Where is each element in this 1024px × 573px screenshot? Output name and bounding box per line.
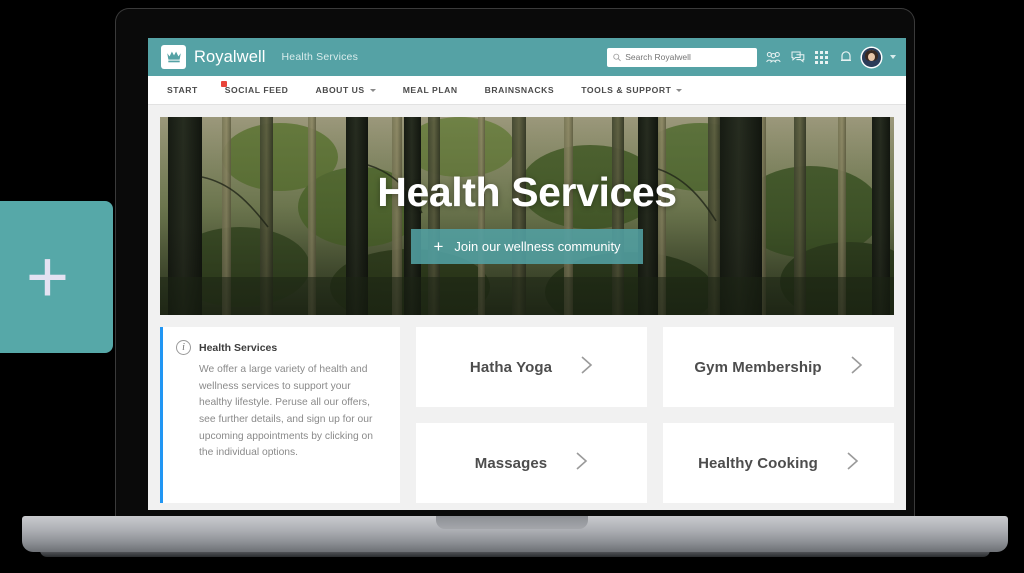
chevron-right-icon [575,451,588,476]
chevron-right-icon [580,355,593,380]
services-section: i Health Services We offer a large varie… [160,327,894,503]
nav-label: START [167,85,198,95]
info-card-body: We offer a large variety of health and w… [199,364,374,459]
plus-badge[interactable]: + [0,201,113,353]
laptop-notch [436,516,588,529]
service-card-hatha-yoga[interactable]: Hatha Yoga [416,327,647,407]
service-card-massages[interactable]: Massages [416,423,647,503]
nav-item-about-us[interactable]: ABOUT US [315,85,376,95]
plus-icon: + [25,235,70,319]
chevron-down-icon[interactable] [890,55,896,59]
search-icon [613,53,621,61]
brand-block[interactable]: Royalwell Health Services [161,45,358,69]
info-card-header: i Health Services [176,340,386,355]
bell-notification-icon[interactable] [838,50,853,65]
service-label: Hatha Yoga [469,358,553,376]
laptop-screen: Royalwell Health Services Search Royalwe… [148,38,906,510]
header-section-label: Health Services [281,51,359,63]
header-actions [607,47,896,67]
chevron-right-icon [846,451,859,476]
join-community-label: Join our wellness community [454,238,621,254]
crown-icon [161,45,186,69]
apps-grid-icon[interactable] [814,50,829,65]
info-card: i Health Services We offer a large varie… [160,327,400,503]
join-community-button[interactable]: + Join our wellness community [411,228,643,264]
chevron-right-icon [850,355,863,380]
service-card-gym-membership[interactable]: Gym Membership [663,327,894,407]
chevron-down-icon [676,88,683,92]
nav-item-social-feed[interactable]: SOCIAL FEED [220,81,289,95]
nav-item-brainsnacks[interactable]: BRAINSNACKS [485,85,555,95]
notification-dot-icon [220,81,227,87]
page-content: Health Services + Join our wellness comm… [148,105,906,510]
search-input[interactable] [625,52,751,62]
info-icon: i [176,340,191,355]
chat-bubble-icon[interactable] [790,50,805,65]
nav-label: SOCIAL FEED [224,85,289,95]
hero-overlay [160,117,894,315]
nav-item-start[interactable]: START [167,85,198,95]
info-card-title: Health Services [199,341,278,354]
screenshot-stage: + Royalwell Health Services Search Royal… [0,0,1024,573]
app-header: Royalwell Health Services [148,38,906,76]
service-label: Gym Membership [694,358,822,376]
main-navigation: START SOCIAL FEED ABOUT US MEAL PLAN BRA… [148,76,906,105]
hero-banner: Health Services + Join our wellness comm… [160,117,894,315]
nav-label: MEAL PLAN [402,85,458,95]
nav-item-tools-support[interactable]: TOOLS & SUPPORT [581,85,683,95]
brand-name: Royalwell [194,47,266,66]
nav-label: ABOUT US [315,85,365,95]
service-label: Massages [474,454,548,472]
service-label: Healthy Cooking [698,454,818,472]
nav-label: BRAINSNACKS [484,85,555,95]
nav-label: TOOLS & SUPPORT [581,85,672,95]
user-avatar[interactable] [862,47,881,67]
nav-item-meal-plan[interactable]: MEAL PLAN [403,85,458,95]
chevron-down-icon [369,88,376,92]
people-group-icon[interactable] [766,50,781,65]
plus-icon: + [433,236,444,256]
hero-title: Health Services [377,168,677,215]
search-box[interactable] [607,47,757,67]
service-card-healthy-cooking[interactable]: Healthy Cooking [663,423,894,503]
service-card-grid: Hatha Yoga Gym Membership Massages Healt… [416,327,894,503]
